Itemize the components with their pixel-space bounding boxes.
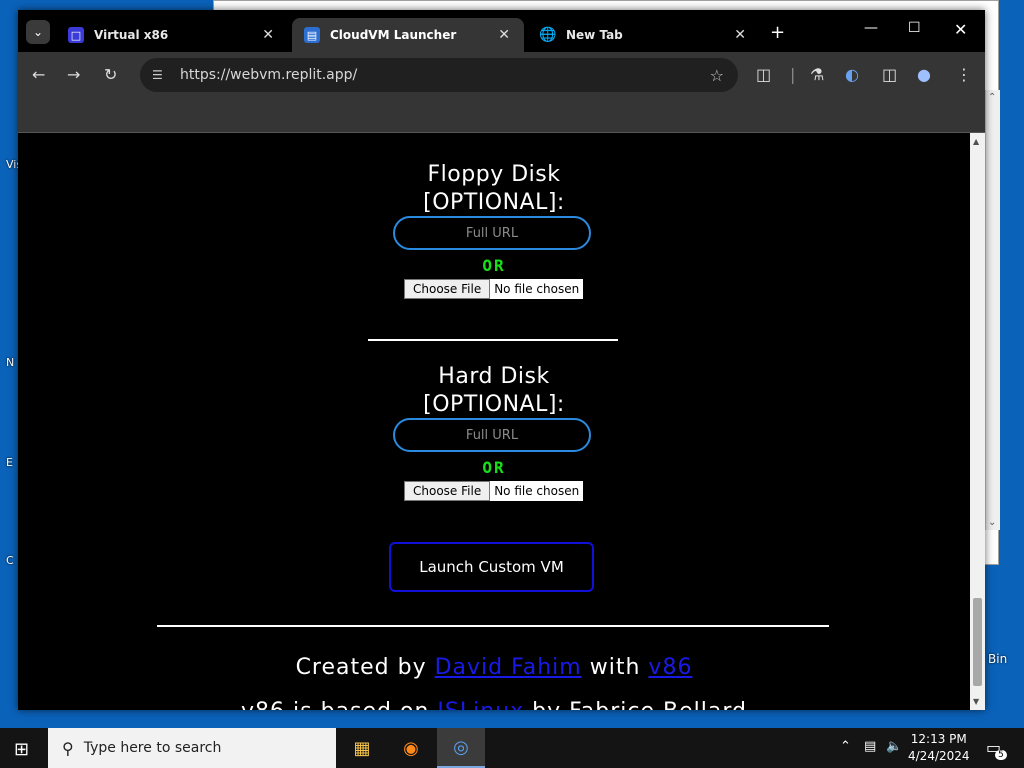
author-link[interactable]: David Fahim [435, 655, 582, 680]
close-icon[interactable]: ✕ [498, 27, 510, 43]
or-label: OR [482, 458, 506, 477]
choose-file-button[interactable]: Choose File [404, 279, 491, 299]
reload-icon[interactable]: ↻ [104, 65, 117, 84]
side-panel-icon[interactable]: ◫ [882, 65, 897, 84]
floppy-url-input[interactable] [393, 216, 591, 250]
windows-start-icon[interactable]: ⊞ [14, 739, 29, 760]
desktop-icon-label[interactable]: C [6, 554, 14, 567]
page-scrollbar[interactable]: ▲ ▼ [970, 133, 985, 710]
or-label: OR [482, 256, 506, 275]
site-info-icon[interactable]: ☰ [152, 68, 170, 82]
tab-title: Virtual x86 [94, 28, 169, 42]
footer-divider [157, 625, 829, 627]
tab-strip: ⌄ □ Virtual x86 ✕ ▤ CloudVM Launcher ✕ 🌐… [18, 10, 985, 52]
minimize-icon[interactable]: — [864, 20, 878, 36]
taskbar: ⊞ ⚲ Type here to search ▦ ◉ ◎ ⌃ ▤ 🔈 12:1… [0, 728, 1024, 768]
tab-search-button[interactable]: ⌄ [26, 20, 50, 44]
scroll-down-icon[interactable]: ▼ [973, 697, 979, 706]
url-text[interactable]: https://webvm.replit.app/ [180, 67, 357, 83]
back-arrow-icon[interactable]: ← [32, 65, 45, 84]
background-window-scrollbar[interactable]: ⌃ ⌄ [985, 90, 1000, 530]
extensions-icon[interactable]: ◫ [756, 65, 771, 84]
clock-time: 12:13 PM [910, 732, 967, 746]
footer-text: with [589, 655, 641, 680]
performance-icon[interactable]: ◐ [845, 65, 859, 84]
recycle-bin-label[interactable]: Bin [988, 652, 1007, 666]
invader-icon: □ [68, 27, 84, 43]
system-clock[interactable]: 12:13 PM 4/24/2024 [908, 731, 970, 765]
maximize-icon[interactable]: ☐ [908, 20, 921, 36]
search-placeholder: Type here to search [83, 740, 222, 756]
hard-disk-file-picker[interactable]: Choose File No file chosen [404, 481, 584, 501]
notification-count: 5 [995, 750, 1007, 760]
tab-new-tab[interactable]: 🌐 New Tab ✕ [528, 18, 760, 52]
chevron-up-icon[interactable]: ⌃ [840, 739, 851, 754]
section-divider [368, 339, 618, 341]
file-status: No file chosen [490, 279, 584, 299]
tab-title: New Tab [566, 28, 623, 42]
address-bar[interactable]: ☰ https://webvm.replit.app/ ☆ [140, 58, 738, 92]
taskbar-search[interactable]: ⚲ Type here to search [48, 728, 336, 768]
close-icon[interactable]: ✕ [734, 27, 746, 43]
chevron-down-icon: ⌄ [32, 25, 44, 39]
desktop-icon-label[interactable]: N [6, 356, 14, 369]
tab-title: CloudVM Launcher [330, 28, 457, 42]
footer-text: by Fabrice Bellard [532, 699, 747, 710]
choose-file-button[interactable]: Choose File [404, 481, 491, 501]
scroll-up-icon[interactable]: ▲ [973, 137, 979, 146]
chrome-icon[interactable]: ◎ [437, 728, 485, 768]
v86-link[interactable]: v86 [648, 655, 692, 680]
footer-credits: Created by David Fahim with v86 [18, 655, 970, 680]
chevron-up-icon: ⌃ [988, 92, 997, 103]
scroll-thumb[interactable] [973, 598, 982, 686]
launch-custom-vm-button[interactable]: Launch Custom VM [389, 542, 594, 592]
profile-avatar-icon[interactable]: ● [917, 65, 931, 84]
tab-cloudvm-launcher[interactable]: ▤ CloudVM Launcher ✕ [292, 18, 524, 52]
laptop-icon: ▤ [304, 27, 320, 43]
footer-text: v86 is based on [241, 699, 429, 710]
jslinux-link[interactable]: JSLinux [437, 699, 524, 710]
file-explorer-icon[interactable]: ▦ [338, 728, 386, 768]
footer-text: Created by [295, 655, 427, 680]
network-icon[interactable]: ▤ [864, 739, 876, 754]
more-menu-icon[interactable]: ⋮ [956, 65, 972, 84]
close-icon[interactable]: ✕ [262, 27, 274, 43]
firefox-icon[interactable]: ◉ [387, 728, 435, 768]
page-content: Floppy Disk [OPTIONAL]: OR Choose File N… [18, 133, 970, 710]
globe-icon: 🌐 [539, 27, 557, 43]
labs-flask-icon[interactable]: ⚗ [810, 65, 824, 84]
desktop-icon-label[interactable]: E [6, 456, 13, 469]
bookmark-star-icon[interactable]: ☆ [710, 66, 724, 85]
floppy-title: Floppy Disk [427, 162, 561, 187]
file-status: No file chosen [490, 481, 584, 501]
forward-arrow-icon[interactable]: → [67, 65, 80, 84]
browser-window: ⌄ □ Virtual x86 ✕ ▤ CloudVM Launcher ✕ 🌐… [18, 10, 985, 710]
hard-disk-optional-label: [OPTIONAL]: [423, 392, 565, 417]
hard-disk-url-input[interactable] [393, 418, 591, 452]
search-icon: ⚲ [62, 738, 74, 758]
volume-muted-icon[interactable]: 🔈 [886, 739, 902, 754]
new-tab-button[interactable]: + [770, 22, 785, 43]
hard-disk-title: Hard Disk [438, 364, 550, 389]
toolbar-divider: | [790, 65, 796, 84]
floppy-optional-label: [OPTIONAL]: [423, 190, 565, 215]
floppy-file-picker[interactable]: Choose File No file chosen [404, 279, 584, 299]
browser-toolbar: ← → ↻ ☰ https://webvm.replit.app/ ☆ ◫ | … [18, 52, 985, 100]
footer-based-on: v86 is based on JSLinux by Fabrice Bella… [18, 699, 970, 710]
close-window-icon[interactable]: ✕ [954, 20, 967, 39]
chevron-down-icon: ⌄ [988, 517, 997, 528]
clock-date: 4/24/2024 [908, 749, 970, 763]
bookmarks-bar [18, 100, 985, 133]
tab-virtual-x86[interactable]: □ Virtual x86 ✕ [56, 18, 288, 52]
